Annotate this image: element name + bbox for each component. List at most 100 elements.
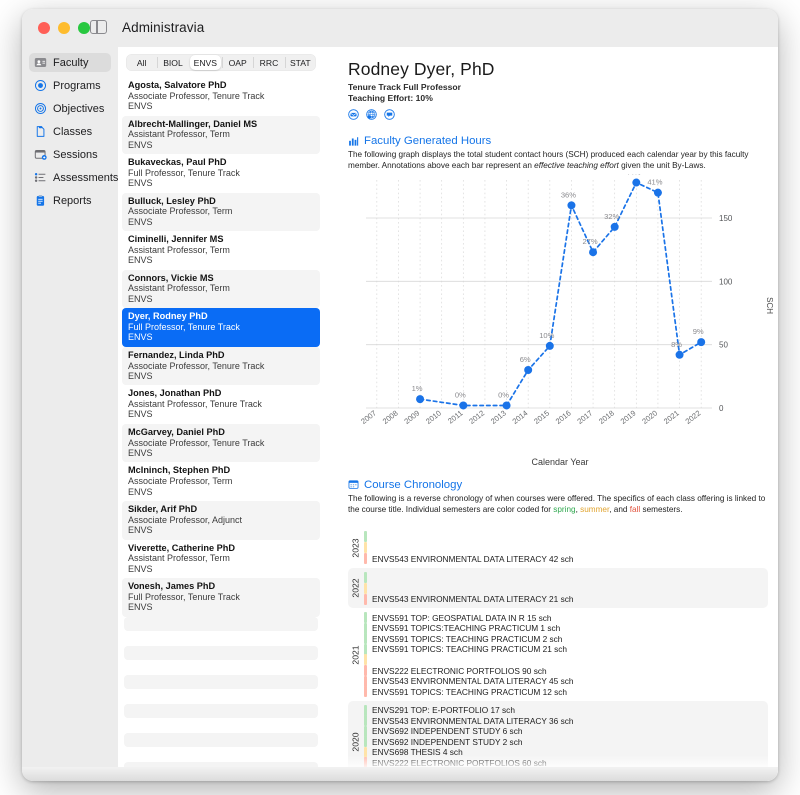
faculty-list-item[interactable]: Connors, Vickie MSAssistant Professor, T… <box>122 270 320 309</box>
svg-text:100: 100 <box>719 277 733 286</box>
chronology-year-block: 2023 ENVS543 ENVIRONMENTAL DATA LITERACY… <box>348 527 768 568</box>
faculty-list-placeholder-row <box>124 704 318 718</box>
faculty-list-item[interactable]: Vonesh, James PhDFull Professor, Tenure … <box>122 578 320 617</box>
faculty-list-item[interactable]: Sikder, Arif PhDAssociate Professor, Adj… <box>122 501 320 540</box>
faculty-list-item[interactable]: Bukaveckas, Paul PhDFull Professor, Tenu… <box>122 154 320 193</box>
sidebar-item-assessments[interactable]: Assessments <box>29 168 111 187</box>
semester-color-bar <box>364 665 367 676</box>
faculty-list-item[interactable]: Jones, Jonathan PhDAssistant Professor, … <box>122 385 320 424</box>
chronology-spacer-row <box>364 531 762 542</box>
faculty-list-placeholder-row <box>124 675 318 689</box>
sidebar-item-sessions[interactable]: Sessions <box>29 145 111 164</box>
faculty-list-item[interactable]: McGarvey, Daniel PhDAssociate Professor,… <box>122 424 320 463</box>
course-offering-row[interactable]: ENVS291 TOP: E-PORTFOLIO 17 sch <box>364 705 762 716</box>
minimize-window-button[interactable] <box>58 22 70 34</box>
hours-desc-part2: given the unit By-Laws. <box>619 161 706 170</box>
sidebar-item-programs[interactable]: Programs <box>29 76 111 95</box>
faculty-department: ENVS <box>128 371 314 381</box>
course-offering-row[interactable]: ENVS543 ENVIRONMENTAL DATA LITERACY 36 s… <box>364 715 762 726</box>
faculty-name: McGarvey, Daniel PhD <box>128 427 314 438</box>
course-offering-row[interactable]: ENVS591 TOPICS: TEACHING PRACTICUM 12 sc… <box>364 686 762 697</box>
semester-color-bar <box>364 553 367 564</box>
filter-tab-biol[interactable]: BIOL <box>157 54 188 71</box>
faculty-list-item[interactable]: Dyer, Rodney PhDFull Professor, Tenure T… <box>122 308 320 347</box>
faculty-hours-chart: 0501001501%0%0%6%10%36%27%32%44%41%8%9%2… <box>348 174 772 464</box>
sidebar-item-classes[interactable]: Classes <box>29 122 111 141</box>
sidebar-toggle-icon[interactable] <box>90 20 108 35</box>
department-filter-tabs[interactable]: All BIOL ENVS OAP RRC STAT <box>126 54 316 71</box>
faculty-department: ENVS <box>128 409 314 419</box>
window-title: Administravia <box>122 20 204 35</box>
course-offering-row[interactable]: ENVS692 INDEPENDENT STUDY 2 sch <box>364 736 762 747</box>
course-offering-row[interactable]: ENVS692 INDEPENDENT STUDY 6 sch <box>364 726 762 737</box>
course-title: ENVS543 ENVIRONMENTAL DATA LITERACY 45 s… <box>372 676 574 686</box>
course-offering-row[interactable]: ENVS591 TOPICS:TEACHING PRACTICUM 1 sch <box>364 623 762 634</box>
faculty-list-item[interactable]: Albrecht-Mallinger, Daniel MSAssistant P… <box>122 116 320 155</box>
filter-tab-rrc[interactable]: RRC <box>253 54 284 71</box>
semester-color-bar <box>364 654 367 665</box>
semester-color-bar <box>364 612 367 623</box>
close-window-button[interactable] <box>38 22 50 34</box>
course-offering-row[interactable]: ENVS543 ENVIRONMENTAL DATA LITERACY 21 s… <box>364 594 762 605</box>
filter-tab-all[interactable]: All <box>126 54 157 71</box>
course-offering-row[interactable]: ENVS591 TOP: GEOSPATIAL DATA IN R 15 sch <box>364 612 762 623</box>
contact-icon-row <box>348 109 768 120</box>
course-offering-row[interactable]: ENVS222 ELECTRONIC PORTFOLIOS 90 sch <box>364 665 762 676</box>
sidebar-item-label: Reports <box>53 195 92 207</box>
semester-color-bar <box>364 676 367 687</box>
course-offering-row[interactable]: ENVS698 THESIS 4 sch <box>364 747 762 758</box>
faculty-list-item[interactable]: Bulluck, Lesley PhDAssociate Professor, … <box>122 193 320 232</box>
course-title: ENVS698 THESIS 4 sch <box>372 747 463 757</box>
filter-tab-envs[interactable]: ENVS <box>190 55 221 70</box>
message-icon[interactable] <box>384 109 395 120</box>
course-offering-row[interactable]: ENVS543 ENVIRONMENTAL DATA LITERACY 45 s… <box>364 676 762 687</box>
chronology-spacer-row <box>364 572 762 583</box>
faculty-name: Albrecht-Mallinger, Daniel MS <box>128 119 314 130</box>
sidebar-item-label: Objectives <box>53 103 104 115</box>
detail-panel: Rodney Dyer, PhD Tenure Track Full Profe… <box>324 47 778 781</box>
faculty-name: Connors, Vickie MS <box>128 273 314 284</box>
chart-x-tick: 2022 <box>684 408 703 426</box>
faculty-department: ENVS <box>128 294 314 304</box>
globe-icon[interactable] <box>366 109 377 120</box>
course-offering-row[interactable]: ENVS591 TOPICS: TEACHING PRACTICUM 2 sch <box>364 633 762 644</box>
faculty-title: Associate Professor, Tenure Track <box>128 91 314 101</box>
chronology-course-list: ENVS543 ENVIRONMENTAL DATA LITERACY 42 s… <box>364 531 768 564</box>
faculty-list-item[interactable]: McIninch, Stephen PhDAssociate Professor… <box>122 462 320 501</box>
email-icon[interactable] <box>348 109 359 120</box>
sidebar-item-reports[interactable]: Reports <box>29 191 111 210</box>
assessments-icon <box>34 171 47 184</box>
faculty-name: Viverette, Catherine PhD <box>128 543 314 554</box>
faculty-title: Associate Professor, Tenure Track <box>128 438 314 448</box>
faculty-title: Assistant Professor, Tenure Track <box>128 399 314 409</box>
filter-tabs-container: All BIOL ENVS OAP RRC STAT <box>118 47 324 77</box>
hours-desc-emphasis: effective teaching effort <box>534 161 619 170</box>
chart-x-tick: 2021 <box>662 408 681 426</box>
faculty-list-item[interactable]: Fernandez, Linda PhDAssociate Professor,… <box>122 347 320 386</box>
chart-data-point <box>589 248 597 256</box>
filter-tab-stat[interactable]: STAT <box>285 54 316 71</box>
course-offering-row[interactable]: ENVS591 TOPICS: TEACHING PRACTICUM 21 sc… <box>364 644 762 655</box>
faculty-name: Bulluck, Lesley PhD <box>128 196 314 207</box>
person-rank: Tenure Track Full Professor <box>348 82 768 92</box>
chronology-year-block: 2022 ENVS543 ENVIRONMENTAL DATA LITERACY… <box>348 568 768 609</box>
faculty-list-item[interactable]: Viverette, Catherine PhDAssistant Profes… <box>122 540 320 579</box>
faculty-title: Associate Professor, Adjunct <box>128 515 314 525</box>
sidebar-item-label: Classes <box>53 126 92 138</box>
course-title: ENVS222 ELECTRONIC PORTFOLIOS 90 sch <box>372 666 547 676</box>
faculty-list-item[interactable]: Agosta, Salvatore PhDAssociate Professor… <box>122 77 320 116</box>
faculty-title: Full Professor, Tenure Track <box>128 592 314 602</box>
zoom-window-button[interactable] <box>78 22 90 34</box>
chronology-spacer-row <box>364 654 762 665</box>
faculty-name: Jones, Jonathan PhD <box>128 388 314 399</box>
faculty-list-item[interactable]: Ciminelli, Jennifer MSAssistant Professo… <box>122 231 320 270</box>
filter-tab-oap[interactable]: OAP <box>222 54 253 71</box>
course-offering-row[interactable]: ENVS543 ENVIRONMENTAL DATA LITERACY 42 s… <box>364 553 762 564</box>
chronology-course-list: ENVS591 TOP: GEOSPATIAL DATA IN R 15 sch… <box>364 612 768 697</box>
sidebar-item-objectives[interactable]: Objectives <box>29 99 111 118</box>
chart-x-tick: 2008 <box>381 408 400 426</box>
faculty-department: ENVS <box>128 525 314 535</box>
section-desc-hours: The following graph displays the total s… <box>348 149 768 172</box>
faculty-name: Sikder, Arif PhD <box>128 504 314 515</box>
sidebar-item-faculty[interactable]: Faculty <box>29 53 111 72</box>
